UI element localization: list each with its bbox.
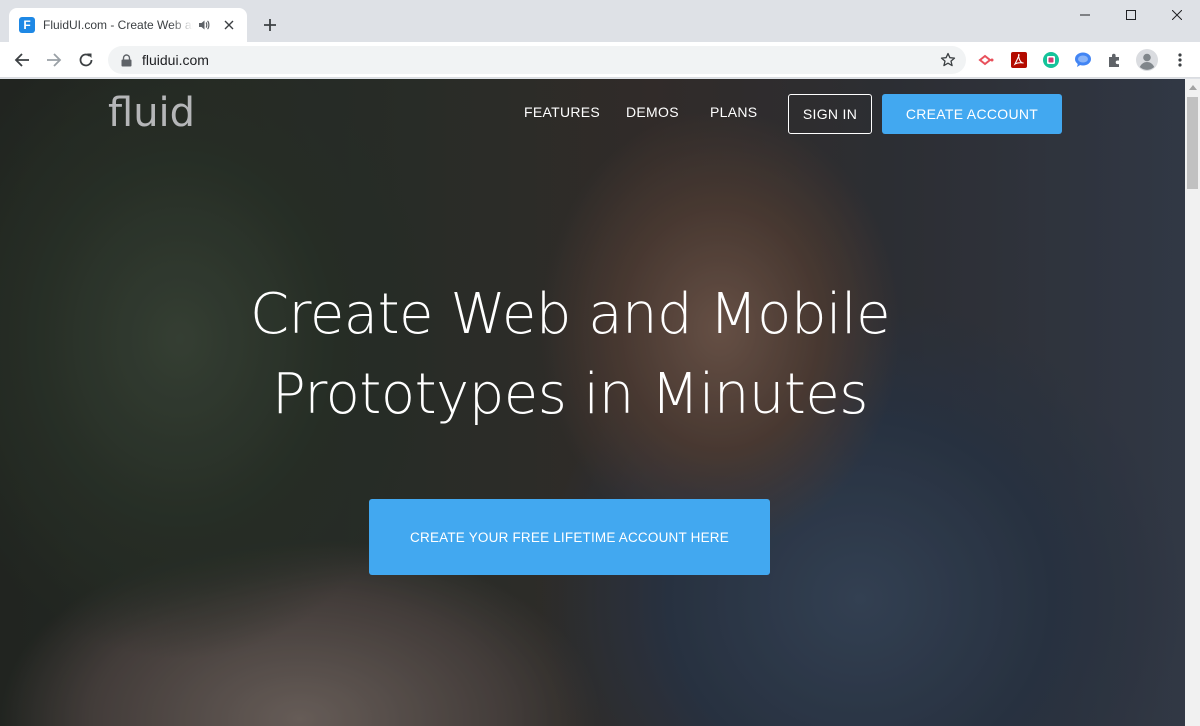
reload-icon[interactable] — [72, 46, 100, 74]
favicon-icon: F — [19, 17, 35, 33]
nav-features-link[interactable]: FEATURES — [524, 104, 600, 120]
chat-icon[interactable] — [1073, 50, 1093, 70]
tab-title: FluidUI.com - Create Web and Mobile Prot… — [43, 18, 193, 32]
maximize-icon[interactable] — [1108, 0, 1154, 30]
lock-icon[interactable] — [120, 53, 132, 67]
close-icon[interactable] — [221, 17, 237, 33]
url-text[interactable]: fluidui.com — [142, 52, 209, 68]
cast-icon[interactable] — [976, 50, 996, 70]
headline-line-2: Prototypes in Minutes — [272, 362, 868, 427]
avatar-icon[interactable] — [1136, 49, 1158, 71]
menu-icon[interactable] — [1170, 50, 1190, 70]
scroll-up-arrow-icon[interactable] — [1185, 79, 1200, 95]
scrollbar-thumb[interactable] — [1187, 97, 1198, 189]
nav-plans-link[interactable]: PLANS — [710, 104, 757, 120]
address-bar[interactable]: fluidui.com — [108, 46, 966, 74]
browser-tab[interactable]: F FluidUI.com - Create Web and Mobile Pr… — [9, 8, 247, 42]
headline-line-1: Create Web and Mobile — [249, 282, 891, 347]
extensions-icon[interactable] — [1105, 50, 1125, 70]
sign-in-button[interactable]: SIGN IN — [788, 94, 872, 134]
hero-headline: Create Web and Mobile Prototypes in Minu… — [160, 275, 980, 435]
hero-section: fluid FEATURES DEMOS PLANS SIGN IN CREAT… — [0, 79, 1185, 726]
page-viewport: fluid FEATURES DEMOS PLANS SIGN IN CREAT… — [0, 79, 1200, 726]
minimize-icon[interactable] — [1062, 0, 1108, 30]
speaker-icon[interactable] — [197, 18, 211, 32]
create-free-account-button[interactable]: CREATE YOUR FREE LIFETIME ACCOUNT HERE — [369, 499, 770, 575]
star-icon[interactable] — [940, 52, 956, 68]
create-account-button[interactable]: CREATE ACCOUNT — [882, 94, 1062, 134]
vertical-scrollbar[interactable] — [1185, 79, 1200, 726]
window-close-icon[interactable] — [1154, 0, 1200, 30]
pdf-icon[interactable] — [1009, 50, 1029, 70]
plus-icon[interactable] — [258, 13, 282, 37]
back-icon[interactable] — [8, 46, 36, 74]
browser-toolbar: fluidui.com — [0, 42, 1200, 78]
grammarly-icon[interactable] — [1041, 50, 1061, 70]
top-navigation: FEATURES DEMOS PLANS SIGN IN CREATE ACCO… — [0, 94, 1185, 134]
forward-icon[interactable] — [40, 46, 68, 74]
tab-strip: F FluidUI.com - Create Web and Mobile Pr… — [0, 0, 1200, 42]
nav-demos-link[interactable]: DEMOS — [626, 104, 679, 120]
